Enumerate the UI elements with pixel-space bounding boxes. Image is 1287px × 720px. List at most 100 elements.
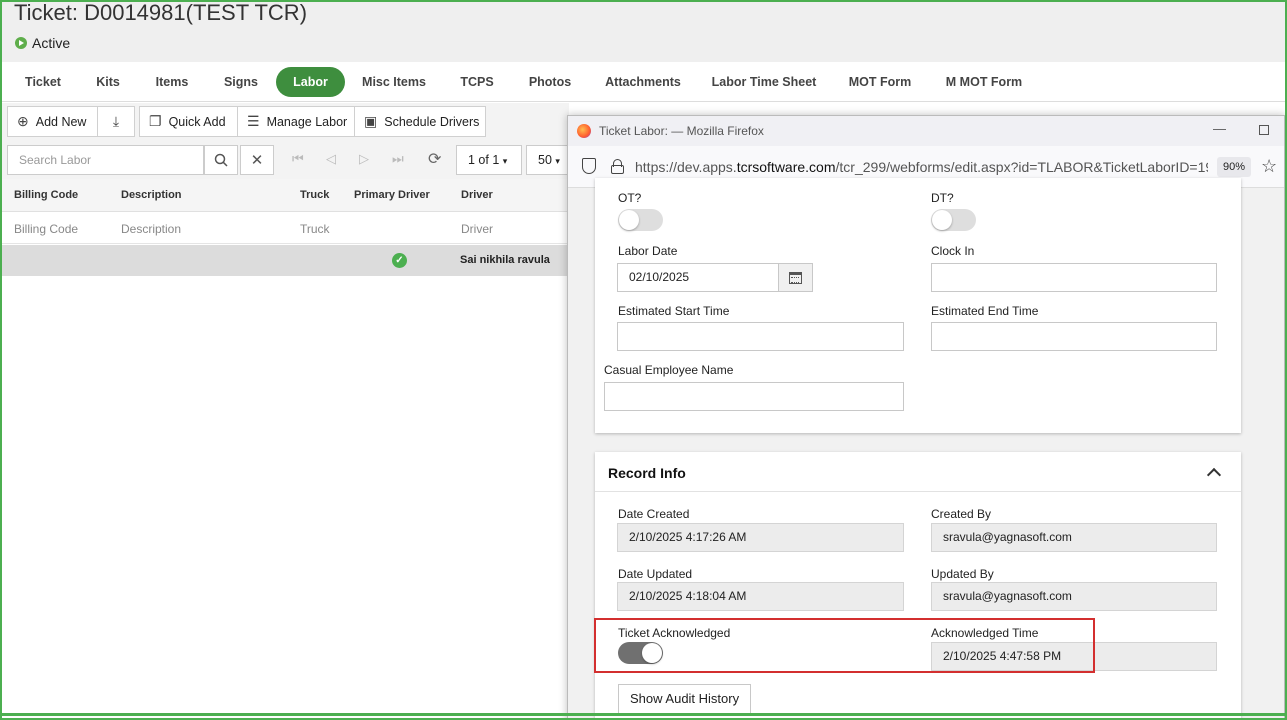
check-circle-icon: ✓ <box>392 253 407 268</box>
updated-by-field: sravula@yagnasoft.com <box>931 582 1217 611</box>
search-input[interactable]: Search Labor <box>7 145 204 175</box>
bottom-border-line <box>0 713 1287 716</box>
ticket-header: Ticket: D0014981(TEST TCR) Active <box>2 0 1285 62</box>
url-field[interactable]: https://dev.apps.tcrsoftware.com/tcr_299… <box>635 159 1208 175</box>
page-select[interactable]: 1 of 1 ▾ <box>456 145 522 175</box>
manage-labor-button[interactable]: ☰ Manage Labor <box>237 106 355 137</box>
schedule-drivers-button[interactable]: ▣ Schedule Drivers <box>354 106 486 137</box>
first-page-icon[interactable]: ⏮ <box>292 151 304 167</box>
add-new-button[interactable]: ⊕ Add New <box>7 106 98 137</box>
est-end-label: Estimated End Time <box>931 304 1039 318</box>
quick-add-button[interactable]: ❐ Quick Add <box>139 106 238 137</box>
ticket-acknowledged-toggle[interactable] <box>618 642 663 664</box>
play-circle-icon <box>15 37 27 49</box>
add-new-label: Add New <box>35 114 87 129</box>
acknowledged-time-field: 2/10/2025 4:47:58 PM <box>931 642 1217 671</box>
record-info-title: Record Info <box>608 465 686 481</box>
chevron-down-icon: ▾ <box>502 156 508 166</box>
refresh-icon[interactable]: ⟳ <box>428 149 441 169</box>
tab-m-mot-form[interactable]: M MOT Form <box>936 67 1032 97</box>
grid-filter-row: Billing Code Description Truck Driver <box>2 212 569 244</box>
table-row[interactable]: ✓ Sai nikhila ravula <box>2 245 569 276</box>
popup-content: OT? DT? Labor Date 02/10/2025 Clock In E… <box>568 178 1284 720</box>
tab-signs[interactable]: Signs <box>212 67 270 97</box>
tab-kits[interactable]: Kits <box>82 67 134 97</box>
tab-labor[interactable]: Labor <box>276 67 345 97</box>
chevron-up-icon[interactable] <box>1206 467 1222 483</box>
casual-employee-label: Casual Employee Name <box>604 363 734 377</box>
search-button[interactable] <box>204 145 238 175</box>
record-info-header[interactable]: Record Info <box>595 452 1241 492</box>
filter-truck[interactable]: Truck <box>300 222 330 236</box>
created-by-label: Created By <box>931 507 992 521</box>
tab-attachments[interactable]: Attachments <box>598 67 688 97</box>
chevron-down-icon: ▾ <box>555 156 560 166</box>
acknowledged-time-label: Acknowledged Time <box>931 626 1039 640</box>
clear-search-button[interactable]: ✕ <box>240 145 274 175</box>
firefox-logo-icon <box>577 124 591 138</box>
tab-misc-items[interactable]: Misc Items <box>354 67 434 97</box>
filter-description[interactable]: Description <box>121 222 181 236</box>
last-page-icon[interactable]: ⏭ <box>392 151 404 167</box>
est-start-label: Estimated Start Time <box>618 304 730 318</box>
dt-toggle[interactable] <box>931 209 976 231</box>
show-audit-history-button[interactable]: Show Audit History <box>618 684 752 714</box>
window-title: Ticket Labor: — Mozilla Firefox <box>599 124 764 138</box>
labor-date-field[interactable]: 02/10/2025 <box>617 263 779 292</box>
clock-in-label: Clock In <box>931 244 975 258</box>
column-header-primary-driver[interactable]: Primary Driver <box>354 189 430 201</box>
maximize-icon[interactable] <box>1259 125 1269 135</box>
tab-photos[interactable]: Photos <box>520 67 580 97</box>
tab-mot-form[interactable]: MOT Form <box>840 67 920 97</box>
checklist-icon: ☰ <box>247 113 260 129</box>
tab-bar: Ticket Kits Items Signs Labor Misc Items… <box>2 62 1285 102</box>
page-label: 1 of 1 <box>468 153 500 167</box>
quick-add-icon: ❐ <box>149 113 162 129</box>
ot-label: OT? <box>618 191 642 205</box>
close-icon: ✕ <box>250 152 264 169</box>
minimize-icon[interactable]: — <box>1213 121 1226 136</box>
column-header-driver[interactable]: Driver <box>461 189 493 201</box>
date-picker-button[interactable] <box>778 263 813 292</box>
zoom-level[interactable]: 90% <box>1217 157 1251 177</box>
tab-ticket[interactable]: Ticket <box>10 67 76 97</box>
filter-billing-code[interactable]: Billing Code <box>14 222 78 236</box>
page-title: Ticket: D0014981(TEST TCR) <box>14 0 308 25</box>
status-label: Active <box>32 35 71 51</box>
casual-employee-field[interactable] <box>604 382 904 411</box>
driver-cell: Sai nikhila ravula <box>460 254 550 266</box>
calendar-icon <box>789 271 802 284</box>
est-start-field[interactable] <box>617 322 904 351</box>
lock-icon[interactable] <box>611 159 624 174</box>
clock-in-field[interactable] <box>931 263 1217 292</box>
est-end-field[interactable] <box>931 322 1217 351</box>
ot-toggle[interactable] <box>618 209 663 231</box>
column-header-description[interactable]: Description <box>121 189 182 201</box>
date-updated-field: 2/10/2025 4:18:04 AM <box>617 582 904 611</box>
schedule-drivers-label: Schedule Drivers <box>384 114 480 129</box>
column-header-truck[interactable]: Truck <box>300 189 329 201</box>
plus-circle-icon: ⊕ <box>17 113 29 129</box>
column-header-billing-code[interactable]: Billing Code <box>14 189 78 201</box>
download-icon: ⤓ <box>112 113 120 129</box>
labor-details-card: OT? DT? Labor Date 02/10/2025 Clock In E… <box>595 178 1241 433</box>
filter-driver[interactable]: Driver <box>461 222 493 236</box>
created-by-field: sravula@yagnasoft.com <box>931 523 1217 552</box>
next-page-icon[interactable]: ▷ <box>359 151 369 167</box>
record-info-card: Record Info Date Created 2/10/2025 4:17:… <box>595 452 1241 720</box>
shield-icon[interactable] <box>582 158 596 174</box>
export-button[interactable]: ⤓ <box>97 106 135 137</box>
bookmark-star-icon[interactable]: ☆ <box>1261 156 1277 177</box>
search-bar: Search Labor ✕ ⏮ ◁ ▷ ⏭ ⟳ 1 of 1 ▾ 50 ▾ <box>2 141 576 179</box>
date-updated-label: Date Updated <box>618 567 693 581</box>
labor-toolbar: ⊕ Add New ⤓ ❐ Quick Add ☰ Manage Labor ▣… <box>2 103 569 141</box>
tab-items[interactable]: Items <box>142 67 202 97</box>
manage-labor-label: Manage Labor <box>266 114 348 129</box>
ticket-labor-popup-window: Ticket Labor: — Mozilla Firefox — https:… <box>567 115 1285 720</box>
page-size-label: 50 <box>538 153 552 167</box>
tab-labor-time-sheet[interactable]: Labor Time Sheet <box>704 67 824 97</box>
calendar-plus-icon: ▣ <box>364 113 378 129</box>
tab-tcps[interactable]: TCPS <box>448 67 506 97</box>
date-created-field: 2/10/2025 4:17:26 AM <box>617 523 904 552</box>
prev-page-icon[interactable]: ◁ <box>326 151 336 167</box>
